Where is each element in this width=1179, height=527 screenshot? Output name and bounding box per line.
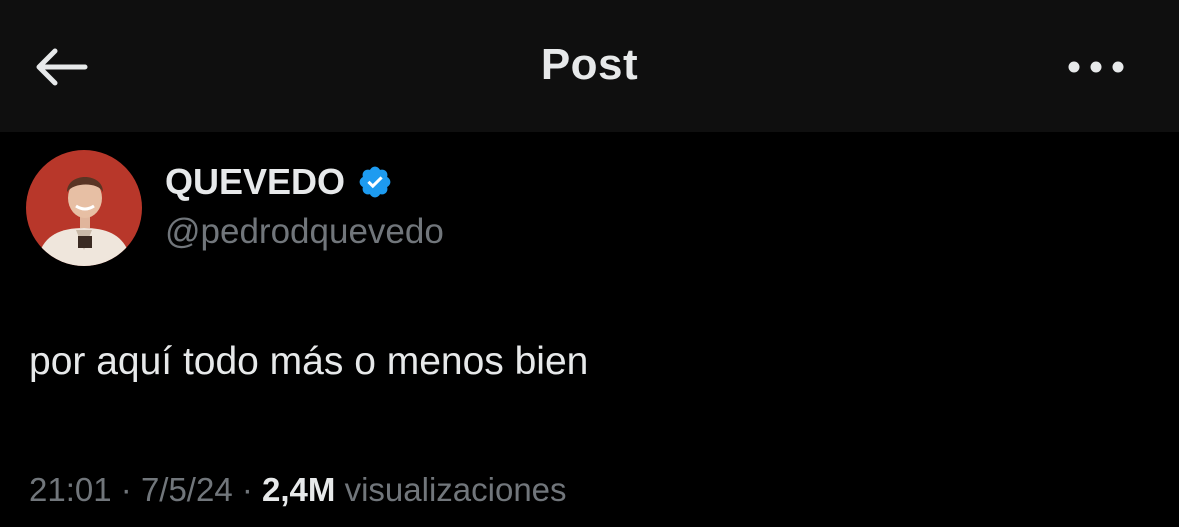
more-horizontal-icon [1068, 61, 1124, 73]
views-count[interactable]: 2,4M [262, 471, 335, 508]
more-options-button[interactable] [1058, 44, 1134, 90]
author-name-row[interactable]: QUEVEDO [165, 161, 393, 203]
author-handle[interactable]: @pedrodquevedo [165, 212, 444, 252]
page-title: Post [540, 40, 639, 89]
meta-separator: · [120, 471, 132, 508]
avatar[interactable] [26, 150, 142, 266]
top-bar: Post [0, 0, 1179, 132]
post-meta: 21:01 · 7/5/24 · 2,4M visualizaciones [29, 471, 567, 509]
meta-separator: · [241, 471, 253, 508]
post-date[interactable]: 7/5/24 [141, 471, 233, 508]
profile-photo [26, 150, 142, 266]
post-time[interactable]: 21:01 [29, 471, 112, 508]
views-label: visualizaciones [344, 471, 567, 508]
post-text: por aquí todo más o menos bien [29, 340, 589, 383]
verified-badge-icon [359, 166, 391, 198]
author-display-name[interactable]: QUEVEDO [165, 161, 345, 203]
